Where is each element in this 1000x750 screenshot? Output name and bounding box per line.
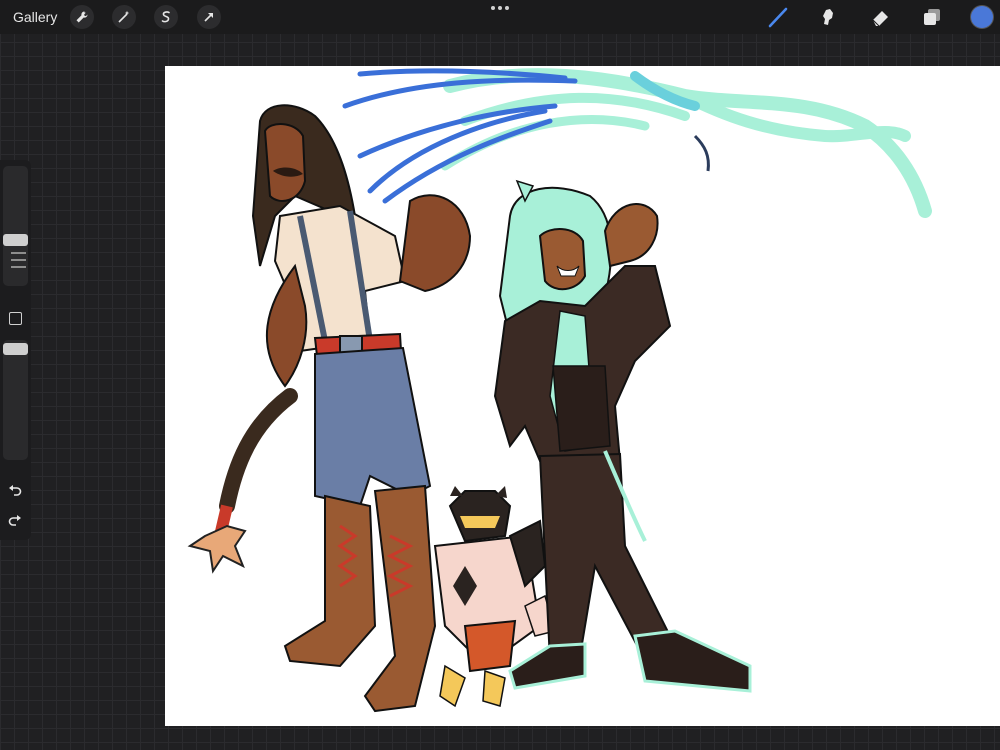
brush-size-slider[interactable] [3, 166, 28, 286]
selection-icon[interactable] [154, 5, 178, 29]
artwork-illustration [187, 68, 932, 713]
color-picker-button[interactable] [971, 6, 993, 28]
character-left [187, 104, 472, 713]
wrench-icon[interactable] [70, 5, 94, 29]
drawing-canvas[interactable] [165, 66, 1000, 726]
undo-icon[interactable] [7, 482, 23, 498]
brush-size-handle[interactable] [3, 234, 28, 246]
redo-icon[interactable] [7, 512, 23, 528]
smudge-icon[interactable] [817, 5, 841, 29]
more-options-icon[interactable] [491, 6, 509, 12]
magic-wand-icon[interactable] [112, 5, 136, 29]
sidebar [0, 160, 31, 540]
opacity-slider[interactable] [3, 340, 28, 460]
brush-icon[interactable] [766, 5, 790, 29]
opacity-handle[interactable] [3, 343, 28, 355]
eraser-icon[interactable] [869, 5, 893, 29]
gallery-button[interactable]: Gallery [13, 9, 57, 25]
transform-arrow-icon[interactable] [197, 5, 221, 29]
modify-button[interactable] [9, 312, 22, 325]
mint-bird-strokes [440, 68, 932, 218]
layers-icon[interactable] [920, 5, 944, 29]
top-toolbar: Gallery [0, 0, 1000, 34]
